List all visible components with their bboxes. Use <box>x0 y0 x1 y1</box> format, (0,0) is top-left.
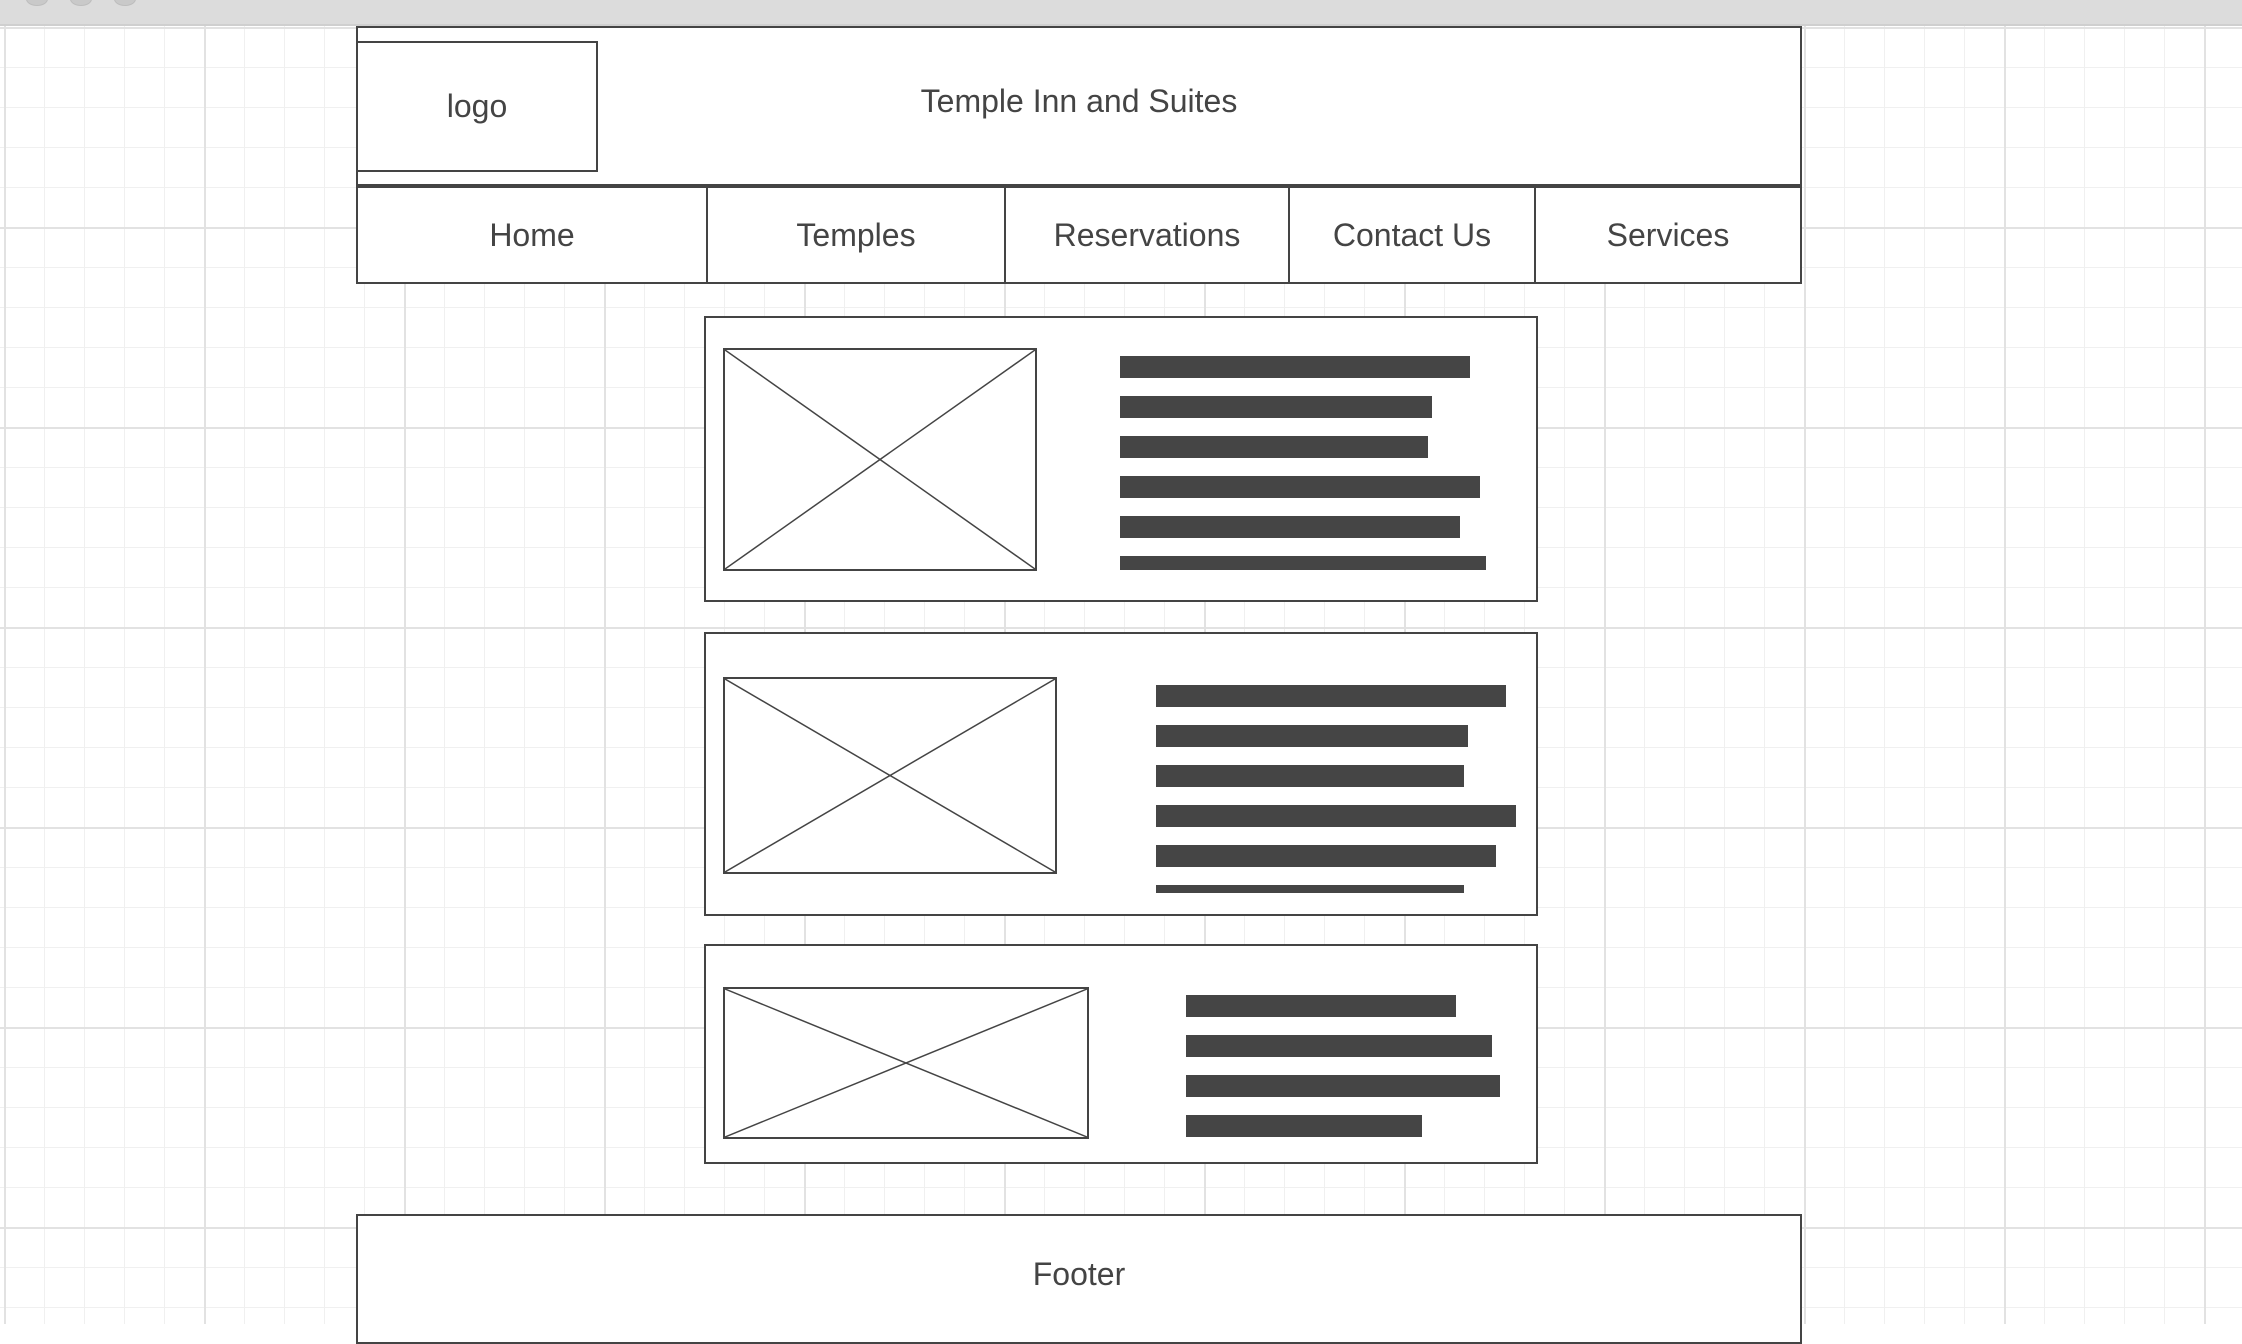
text-line <box>1120 556 1486 570</box>
window-titlebar <box>0 0 2242 26</box>
nav-item-temples[interactable]: Temples <box>706 188 1004 282</box>
text-line <box>1120 516 1460 538</box>
text-line <box>1186 1075 1500 1097</box>
text-line <box>1120 396 1432 418</box>
text-line <box>1156 725 1468 747</box>
site-footer: Footer <box>356 1214 1802 1344</box>
text-line <box>1120 476 1480 498</box>
nav-item-reservations[interactable]: Reservations <box>1004 188 1288 282</box>
text-line <box>1186 1035 1492 1057</box>
content-card <box>704 316 1538 602</box>
window-maximize-icon[interactable] <box>114 0 136 6</box>
image-placeholder-icon <box>723 677 1057 874</box>
footer-label: Footer <box>1032 1256 1126 1292</box>
text-line <box>1186 1115 1422 1137</box>
text-line <box>1120 436 1428 458</box>
text-line <box>1186 995 1456 1017</box>
text-line <box>1120 356 1470 378</box>
content-card <box>704 632 1538 916</box>
window-minimize-icon[interactable] <box>70 0 92 6</box>
main-nav: Home Temples Reservations Contact Us Ser… <box>356 184 1802 284</box>
content-card <box>704 944 1538 1164</box>
nav-item-contact-us[interactable]: Contact Us <box>1288 188 1534 282</box>
text-line <box>1156 685 1506 707</box>
text-line <box>1156 765 1464 787</box>
text-line <box>1156 885 1464 893</box>
site-title: Temple Inn and Suites <box>920 83 1238 119</box>
site-header: logo Temple Inn and Suites <box>356 26 1802 186</box>
text-line <box>1156 845 1496 867</box>
nav-item-services[interactable]: Services <box>1534 188 1800 282</box>
window-close-icon[interactable] <box>26 0 48 6</box>
image-placeholder-icon <box>723 348 1037 571</box>
text-line <box>1156 805 1516 827</box>
nav-item-home[interactable]: Home <box>358 188 706 282</box>
image-placeholder-icon <box>723 987 1089 1139</box>
